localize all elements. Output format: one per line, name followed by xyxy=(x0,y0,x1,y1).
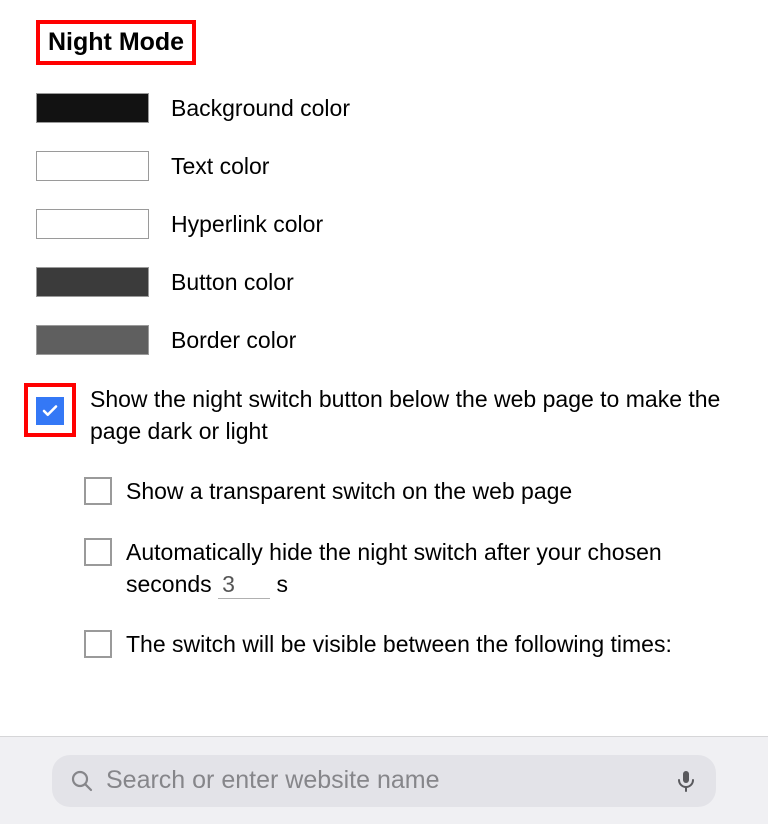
visible-times-checkbox[interactable] xyxy=(84,630,112,658)
transparent-switch-label: Show a transparent switch on the web pag… xyxy=(126,475,732,507)
color-row-text: Text color xyxy=(36,151,732,181)
show-switch-checkbox[interactable] xyxy=(36,397,64,425)
section-title-text: Night Mode xyxy=(48,28,184,56)
button-color-label: Button color xyxy=(171,269,294,296)
hyperlink-color-swatch[interactable] xyxy=(36,209,149,239)
background-color-label: Background color xyxy=(171,95,350,122)
text-color-label: Text color xyxy=(171,153,269,180)
color-row-hyperlink: Hyperlink color xyxy=(36,209,732,239)
option-show-switch: Show the night switch button below the w… xyxy=(36,383,732,447)
browser-toolbar: Search or enter website name xyxy=(0,736,768,824)
border-color-label: Border color xyxy=(171,327,296,354)
address-bar-placeholder: Search or enter website name xyxy=(106,766,662,795)
auto-hide-unit: s xyxy=(276,571,288,597)
search-icon xyxy=(70,769,94,793)
microphone-icon[interactable] xyxy=(674,769,698,793)
transparent-switch-checkbox[interactable] xyxy=(84,477,112,505)
option-transparent-switch: Show a transparent switch on the web pag… xyxy=(84,475,732,507)
address-bar[interactable]: Search or enter website name xyxy=(52,755,716,807)
auto-hide-label-pre: Automatically hide the night switch afte… xyxy=(126,539,662,597)
auto-hide-checkbox[interactable] xyxy=(84,538,112,566)
text-color-swatch[interactable] xyxy=(36,151,149,181)
show-switch-label: Show the night switch button below the w… xyxy=(90,383,732,447)
auto-hide-label: Automatically hide the night switch afte… xyxy=(126,536,732,600)
color-row-button: Button color xyxy=(36,267,732,297)
border-color-swatch[interactable] xyxy=(36,325,149,355)
hyperlink-color-label: Hyperlink color xyxy=(171,211,323,238)
background-color-swatch[interactable] xyxy=(36,93,149,123)
section-title-night-mode: Night Mode xyxy=(36,20,196,65)
check-icon xyxy=(41,402,59,420)
show-switch-highlight xyxy=(24,383,76,437)
button-color-swatch[interactable] xyxy=(36,267,149,297)
color-row-border: Border color xyxy=(36,325,732,355)
auto-hide-seconds-input[interactable] xyxy=(218,571,270,599)
option-visible-times: The switch will be visible between the f… xyxy=(84,628,732,660)
option-auto-hide: Automatically hide the night switch afte… xyxy=(84,536,732,600)
visible-times-label: The switch will be visible between the f… xyxy=(126,628,732,660)
color-row-background: Background color xyxy=(36,93,732,123)
